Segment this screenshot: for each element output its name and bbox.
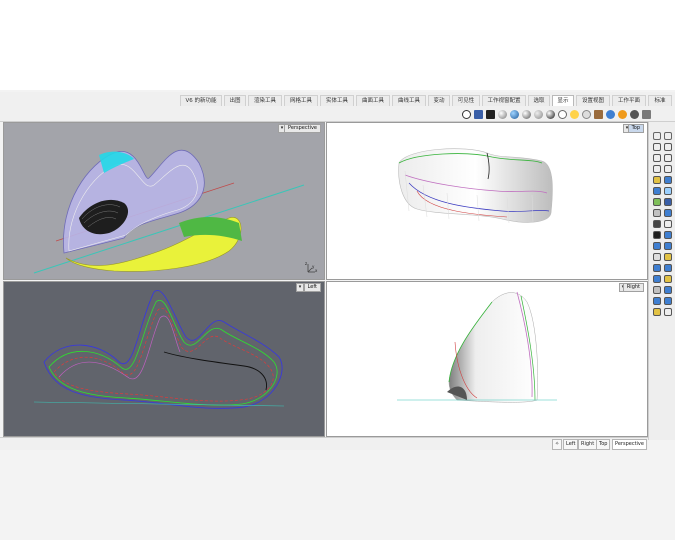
analyze-icon[interactable]: [653, 286, 661, 294]
tab-set-view[interactable]: 设置视图: [576, 95, 610, 106]
viewport-icon[interactable]: [474, 110, 483, 119]
xray-sphere-icon[interactable]: [522, 110, 531, 119]
curve-icon[interactable]: [664, 143, 672, 151]
wireframe-icon[interactable]: [462, 110, 471, 119]
split-icon[interactable]: [653, 231, 661, 239]
scale-icon[interactable]: [664, 253, 672, 261]
array-icon[interactable]: [664, 264, 672, 272]
join-icon[interactable]: [664, 231, 672, 239]
tab-select[interactable]: 选取: [528, 95, 550, 106]
options-icon[interactable]: [664, 308, 672, 316]
polygon-icon[interactable]: [664, 165, 672, 173]
axis-label-z: z: [305, 261, 308, 266]
sun-icon[interactable]: [618, 110, 627, 119]
polyline-icon[interactable]: [653, 143, 661, 151]
properties-icon[interactable]: [664, 297, 672, 305]
tab-left[interactable]: Left: [563, 439, 579, 450]
add-viewport-icon[interactable]: ✧: [552, 439, 563, 450]
material-icon[interactable]: [594, 110, 603, 119]
tool-palette: [648, 122, 675, 440]
point-icon[interactable]: [664, 132, 672, 140]
sweep-icon[interactable]: [664, 209, 672, 217]
pen-sphere-icon[interactable]: [558, 110, 567, 119]
top-model: [398, 148, 553, 224]
technical-sphere-icon[interactable]: [534, 110, 543, 119]
grasshopper-icon[interactable]: [653, 308, 661, 316]
viewport-tab-bar: Perspective Top Right Left ✧: [0, 437, 648, 450]
ghosted-sphere-icon[interactable]: [510, 110, 519, 119]
rendered-sphere-icon[interactable]: [498, 110, 507, 119]
display-toolbar: [0, 108, 675, 122]
tab-print[interactable]: 出图: [224, 95, 246, 106]
viewport-title-right[interactable]: Right: [622, 283, 644, 292]
tab-viewport-layout[interactable]: 工作视窗配置: [482, 95, 526, 106]
viewport-left[interactable]: ▾ Left: [3, 281, 325, 437]
mesh-icon[interactable]: [653, 198, 661, 206]
boolean-icon[interactable]: [653, 220, 661, 228]
rectangle-icon[interactable]: [653, 165, 661, 173]
trim-icon[interactable]: [664, 220, 672, 228]
axis-label-x: x: [315, 268, 318, 273]
tab-solid-tools[interactable]: 实体工具: [320, 95, 354, 106]
tab-render-tools[interactable]: 渲染工具: [248, 95, 282, 106]
select-icon[interactable]: [653, 132, 661, 140]
tab-mesh-tools[interactable]: 网格工具: [284, 95, 318, 106]
tab-perspective[interactable]: Perspective: [612, 439, 647, 450]
perspective-model: [33, 149, 305, 274]
tab-visibility[interactable]: 可见性: [452, 95, 480, 106]
toolbar-tab-bar: V6 的新功能 出图 渲染工具 网格工具 实体工具 曲面工具 曲线工具 变动 可…: [0, 92, 675, 109]
render-icon[interactable]: [664, 286, 672, 294]
copy-icon[interactable]: [664, 242, 672, 250]
extrude-icon[interactable]: [664, 198, 672, 206]
layer-icon[interactable]: [653, 297, 661, 305]
tab-surface-tools[interactable]: 曲面工具: [356, 95, 390, 106]
tab-curve-tools[interactable]: 曲线工具: [392, 95, 426, 106]
box-icon[interactable]: [653, 187, 661, 195]
solid-icon[interactable]: [664, 176, 672, 184]
viewport-top[interactable]: ▾ Top: [326, 122, 648, 280]
tab-top[interactable]: Top: [596, 439, 611, 450]
light-bulb-icon[interactable]: [570, 110, 579, 119]
display-options-icon[interactable]: [642, 110, 651, 119]
text-icon[interactable]: [664, 275, 672, 283]
tab-whats-new[interactable]: V6 的新功能: [180, 95, 222, 106]
viewport-title-left[interactable]: Left: [303, 283, 321, 292]
move-icon[interactable]: [653, 242, 661, 250]
artistic-sphere-icon[interactable]: [546, 110, 555, 119]
ground-plane-icon[interactable]: [582, 110, 591, 119]
viewport-right[interactable]: ▾ Right: [326, 281, 648, 437]
shadow-icon[interactable]: [630, 110, 639, 119]
surface-icon[interactable]: [653, 176, 661, 184]
environment-icon[interactable]: [606, 110, 615, 119]
arc-icon[interactable]: [664, 154, 672, 162]
tab-standard[interactable]: 标准: [648, 95, 672, 106]
tab-transform[interactable]: 变动: [428, 95, 450, 106]
blank-top-area: [0, 0, 675, 90]
sphere-icon[interactable]: [664, 187, 672, 195]
mirror-icon[interactable]: [653, 264, 661, 272]
blank-bottom-area: [0, 450, 675, 540]
viewport-title-perspective[interactable]: Perspective: [284, 124, 321, 133]
shaded-icon[interactable]: [486, 110, 495, 119]
left-model: [33, 289, 285, 409]
tab-right[interactable]: Right: [578, 439, 598, 450]
loft-icon[interactable]: [653, 209, 661, 217]
tab-cplanes[interactable]: 工作平面: [612, 95, 646, 106]
dimension-icon[interactable]: [653, 275, 661, 283]
world-axes-icon: x y z: [304, 261, 318, 275]
right-model: [397, 291, 557, 403]
viewport-perspective[interactable]: ▾ Perspective x y z: [3, 122, 325, 280]
tab-display[interactable]: 显示: [552, 95, 574, 106]
viewport-title-top[interactable]: Top: [627, 124, 644, 133]
circle-icon[interactable]: [653, 154, 661, 162]
rotate-icon[interactable]: [653, 253, 661, 261]
axis-label-y: y: [312, 264, 315, 269]
